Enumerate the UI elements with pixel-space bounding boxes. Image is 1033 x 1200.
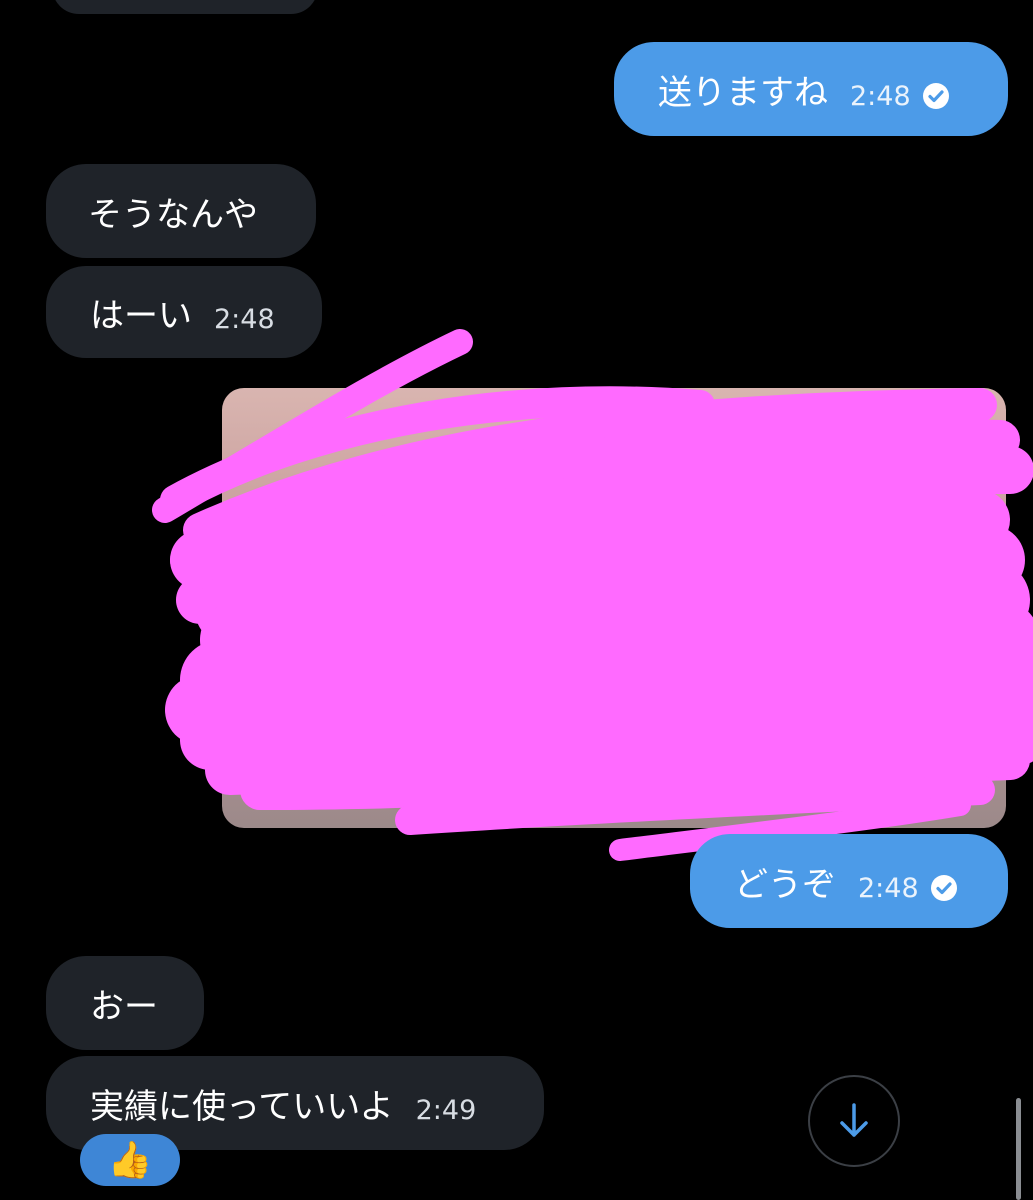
message-time: 2:48 [858, 872, 919, 904]
message-text: 実績に使っていいよ [90, 1086, 394, 1127]
message-bubble-incoming[interactable]: おー [46, 956, 204, 1050]
scrollbar[interactable] [1016, 1098, 1021, 1200]
message-text: おー [90, 986, 158, 1027]
reaction-badge[interactable]: 👍 [80, 1134, 180, 1186]
arrow-down-icon [840, 1103, 868, 1137]
check-circle-icon [930, 875, 957, 901]
censor-scribble [152, 329, 1033, 861]
scroll-to-bottom-button[interactable] [808, 1075, 900, 1167]
message-text: どうぞ [734, 864, 836, 905]
message-time: 2:49 [415, 1094, 477, 1126]
thumbs-up-icon: 👍 [107, 1140, 153, 1181]
message-bubble-outgoing[interactable]: どうぞ 2:48 [690, 834, 1008, 928]
